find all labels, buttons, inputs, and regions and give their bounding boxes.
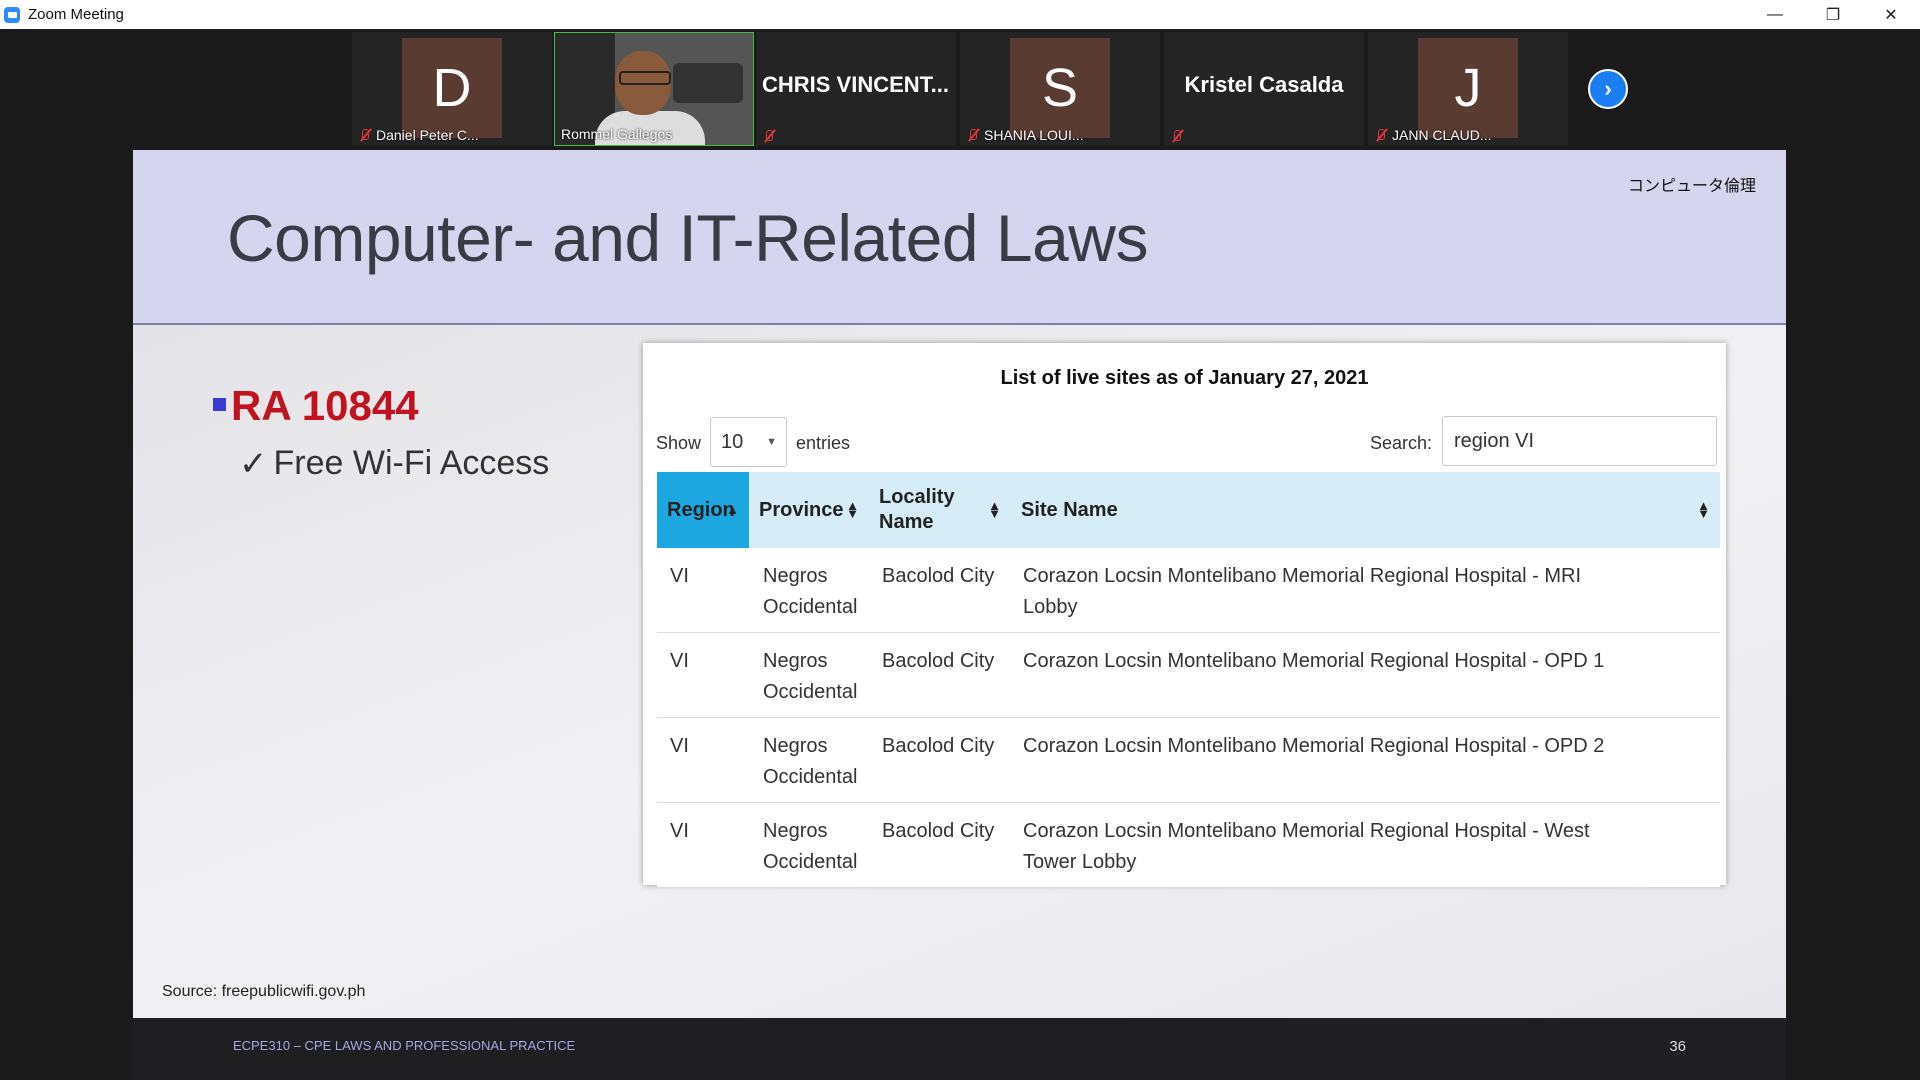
entries-select[interactable]: 10 ▼ (710, 417, 787, 467)
column-header-locality[interactable]: Locality Name ▲ ▼ (869, 472, 1011, 548)
participant-tile[interactable]: Kristel Casalda (1164, 32, 1364, 146)
cell-region: VI (670, 650, 689, 672)
participant-name: JANN CLAUD... (1392, 127, 1492, 143)
table-row: VI Negros Occidental Bacolod City Corazo… (657, 633, 1720, 718)
sort-icon: ▲ ▼ (1697, 498, 1710, 521)
cell-region: VI (670, 820, 689, 842)
column-header-region[interactable]: Region ▲ (657, 472, 749, 548)
column-header-province[interactable]: Province ▲ ▼ (749, 472, 869, 548)
mic-muted-icon (762, 129, 776, 143)
participant-tile[interactable]: J JANN CLAUD... (1368, 32, 1568, 146)
window-title: Zoom Meeting (28, 6, 124, 23)
avatar: J (1418, 38, 1518, 138)
sort-icon: ▲ ▼ (846, 498, 859, 521)
table-header: Region ▲ Province ▲ ▼ Locality Name ▲ ▼ Si… (657, 472, 1720, 548)
chevron-down-icon: ▼ (766, 436, 777, 448)
cell-province: Negros Occidental (763, 820, 858, 873)
cell-locality: Bacolod City (882, 735, 995, 757)
checkmark-icon: ✓ (239, 445, 268, 483)
participant-tile-active-speaker[interactable]: Rommel Gallegos (554, 32, 754, 146)
cell-locality: Bacolod City (882, 650, 995, 672)
entries-label: entries (796, 433, 851, 453)
participant-tile[interactable]: S SHANIA LOUI... (960, 32, 1160, 146)
slide-footer: ECPE310 – CPE LAWS AND PROFESSIONAL PRAC… (133, 1018, 1786, 1080)
close-icon[interactable]: ✕ (1862, 0, 1920, 29)
source-note: Source: freepublicwifi.gov.ph (162, 983, 366, 1000)
cell-site-name: Corazon Locsin Montelibano Memorial Regi… (1023, 735, 1605, 757)
slide-title: Computer- and IT-Related Laws (227, 201, 1148, 275)
bullet-square-icon (213, 398, 226, 411)
participant-display-name: CHRIS VINCENT... (762, 72, 950, 97)
cell-region: VI (670, 565, 689, 587)
restore-icon[interactable]: ❐ (1804, 0, 1862, 29)
mic-muted-icon (358, 128, 372, 142)
show-label: Show (656, 433, 702, 453)
mic-muted-icon (1374, 128, 1388, 142)
cell-locality: Bacolod City (882, 565, 995, 587)
search-input[interactable] (1442, 416, 1717, 466)
participant-display-name: Kristel Casalda (1184, 72, 1344, 97)
minimize-icon[interactable]: — (1746, 0, 1804, 29)
sort-asc-icon: ▲ (726, 502, 739, 517)
sub-bullet-text: Free Wi-Fi Access (273, 444, 550, 482)
zoom-app-icon (4, 6, 20, 23)
table-row: VI Negros Occidental Bacolod City Corazo… (657, 803, 1720, 887)
participant-tile[interactable]: D Daniel Peter C... (352, 32, 552, 146)
bullet-heading: RA 10844 (231, 382, 419, 429)
shared-slide: コンピュータ倫理 Computer- and IT-Related Laws R… (133, 150, 1786, 1080)
mic-muted-icon (1170, 129, 1184, 143)
participant-name: Rommel Gallegos (561, 126, 673, 142)
column-header-site-name[interactable]: Site Name ▲ ▼ (1011, 472, 1720, 548)
avatar: D (402, 38, 502, 138)
cell-region: VI (670, 735, 689, 757)
table-row: VI Negros Occidental Bacolod City Corazo… (657, 548, 1720, 633)
cell-locality: Bacolod City (882, 820, 995, 842)
table-heading: List of live sites as of January 27, 202… (1000, 367, 1369, 389)
chevron-right-icon[interactable]: › (1588, 69, 1628, 109)
participant-tile[interactable]: CHRIS VINCENT... (756, 32, 956, 146)
table-row: VI Negros Occidental Bacolod City Corazo… (657, 718, 1720, 803)
title-bar: Zoom Meeting — ❐ ✕ (0, 0, 1920, 29)
avatar: S (1010, 38, 1110, 138)
search-label: Search: (1370, 433, 1433, 453)
table-body: VI Negros Occidental Bacolod City Corazo… (657, 548, 1720, 887)
cell-site-name: Corazon Locsin Montelibano Memorial Regi… (1023, 650, 1605, 672)
cell-site-name: Corazon Locsin Montelibano Memorial Regi… (1023, 820, 1590, 873)
window-controls: — ❐ ✕ (1746, 0, 1920, 29)
cell-province: Negros Occidental (763, 735, 858, 788)
cell-province: Negros Occidental (763, 650, 858, 703)
footer-course: ECPE310 – CPE LAWS AND PROFESSIONAL PRAC… (233, 1038, 576, 1053)
sort-icon: ▲ ▼ (988, 498, 1001, 521)
drone-in-video (673, 63, 743, 103)
slide-tag: コンピュータ倫理 (1627, 178, 1756, 195)
page-number: 36 (1669, 1038, 1686, 1055)
sub-bullet: ✓ Free Wi-Fi Access (239, 444, 549, 484)
participant-gallery: D Daniel Peter C... Rommel Gallegos CHRI… (0, 29, 1920, 150)
participant-name: SHANIA LOUI... (984, 127, 1084, 143)
cell-site-name: Corazon Locsin Montelibano Memorial Regi… (1023, 565, 1582, 618)
mic-muted-icon (966, 128, 980, 142)
live-sites-table-screenshot: List of live sites as of January 27, 202… (643, 343, 1726, 887)
slide-header: コンピュータ倫理 Computer- and IT-Related Laws (133, 150, 1786, 325)
participant-name: Daniel Peter C... (376, 127, 479, 143)
cell-province: Negros Occidental (763, 565, 858, 618)
